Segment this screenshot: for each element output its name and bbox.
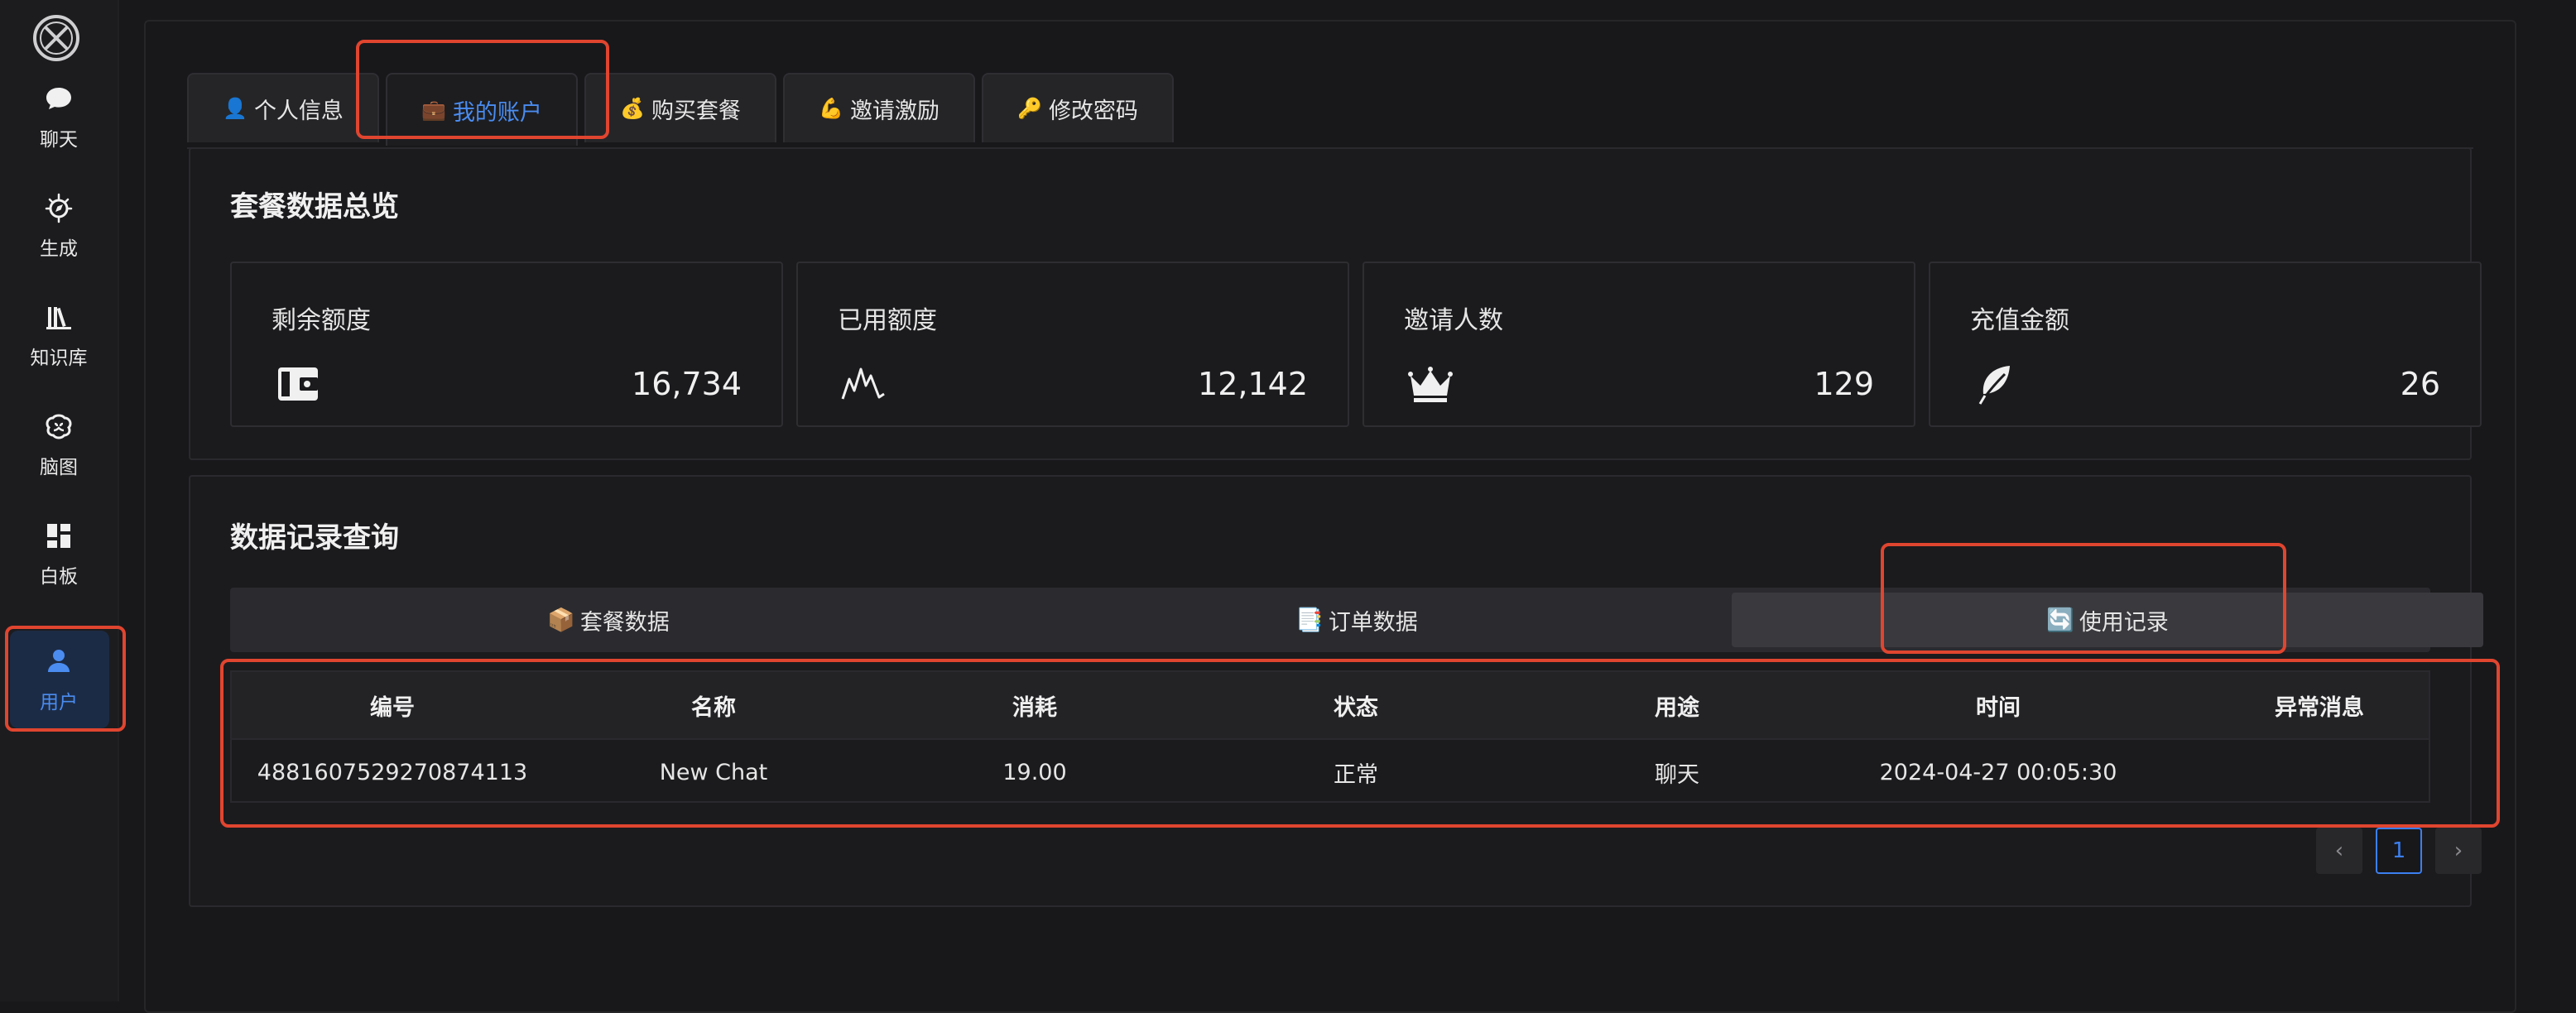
stat-invite-count: 邀请人数 129 [1362,262,1915,427]
highlight-box-user [5,626,126,732]
package-box-icon: 📦 [547,607,575,633]
tab-buy-package[interactable]: 💰 购买套餐 [584,73,776,142]
stat-remaining-quota: 剩余额度 16,734 [230,262,783,427]
stat-label: 已用额度 [838,306,937,335]
pagination-next-button[interactable]: › [2435,828,2482,874]
sidebar-item-mindmap[interactable]: 脑图 [0,391,118,498]
sidebar: 聊天 生成 知识库 脑图 白板 用户 [0,0,126,1001]
chat-bubble-icon [46,88,71,109]
money-bag-icon: 💰 [620,97,645,120]
main-panel: 👤 个人信息 💼 我的账户 💰 购买套餐 💪 邀请激励 🔑 修改密码 套餐数据总… [144,20,2516,1013]
person-icon: 👤 [223,97,248,120]
wallet-icon [278,367,318,401]
tab-label: 个人信息 [253,98,344,124]
stat-label: 剩余额度 [272,306,371,335]
compass-sparkle-icon [45,193,73,223]
tab-profile[interactable]: 👤 个人信息 [187,73,379,142]
stat-recharge-amount: 充值金额 26 [1929,262,2482,427]
overview-title: 套餐数据总览 [230,190,399,223]
stat-value: 16,734 [632,366,742,402]
tab-label: 购买套餐 [651,98,741,124]
segment-package-data[interactable]: 📦 套餐数据 [235,593,982,647]
tab-label: 修改密码 [1048,98,1138,124]
sidebar-item-knowledge-base[interactable]: 知识库 [0,281,118,389]
stat-label: 充值金额 [1970,306,2069,335]
segment-label: 订单数据 [1328,609,1418,636]
sidebar-item-label: 白板 [40,566,78,588]
highlight-box-my-account [356,40,609,139]
sidebar-item-chat[interactable]: 聊天 [0,63,118,170]
stat-value: 26 [2400,366,2440,402]
pagination-page-1[interactable]: 1 [2376,828,2422,874]
crown-icon [1408,367,1453,402]
pagination-prev-button[interactable]: ‹ [2316,828,2362,874]
muscle-icon: 💪 [819,97,843,120]
tab-invite-reward[interactable]: 💪 邀请激励 [783,73,975,142]
stat-used-quota: 已用额度 12,142 [796,262,1349,427]
dashboard-icon [47,524,70,548]
stat-value: 12,142 [1198,366,1308,402]
sidebar-item-label: 知识库 [30,348,88,369]
highlight-box-table [220,659,2500,828]
key-icon: 🔑 [1017,97,1042,120]
segment-label: 套餐数据 [579,609,670,636]
order-document-icon: 📑 [1295,607,1324,633]
stat-label: 邀请人数 [1404,306,1503,335]
tab-change-password[interactable]: 🔑 修改密码 [982,73,1174,142]
books-icon [46,307,71,329]
records-title: 数据记录查询 [230,521,399,555]
sidebar-item-label: 脑图 [40,457,78,478]
brain-icon [46,414,72,439]
chart-peaks-icon [841,367,885,400]
segment-order-data[interactable]: 📑 订单数据 [983,593,1730,647]
highlight-box-usage-records [1881,543,2286,654]
overview-card: 套餐数据总览 剩余额度 16,734 已用额度 12,142 邀请人数 129 … [189,147,2482,460]
sidebar-item-generate[interactable]: 生成 [0,172,118,280]
sidebar-item-label: 聊天 [40,129,78,151]
records-card: 数据记录查询 📦 套餐数据 📑 订单数据 🔄 使用记录 编号 名称 消耗 状态 [189,475,2500,907]
sidebar-item-whiteboard[interactable]: 白板 [0,500,118,607]
app-logo[interactable] [31,13,81,63]
tab-label: 邀请激励 [849,98,940,124]
sidebar-item-label: 生成 [40,238,78,260]
stat-value: 129 [1814,366,1874,402]
leaf-icon [1978,366,2010,405]
